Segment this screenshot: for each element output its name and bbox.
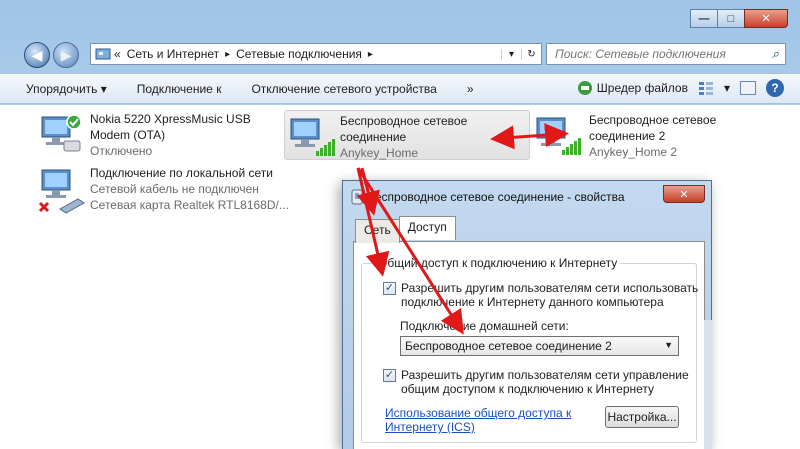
settings-button[interactable]: Настройка...	[605, 406, 679, 428]
forward-button[interactable]: ▶	[53, 42, 79, 68]
ics-help-link-line1: Использование общего доступа к	[385, 406, 572, 420]
dialog-tabs: Сеть Доступ	[355, 216, 456, 243]
home-network-value: Беспроводное сетевое соединение 2	[405, 339, 612, 353]
home-network-label: Подключение домашней сети:	[400, 319, 569, 333]
wireless-connection-icon	[536, 117, 581, 155]
modem-connection-icon	[41, 114, 82, 152]
chevron-down-icon: ▼	[664, 340, 673, 350]
ics-help-link-line2: Интернету (ICS)	[385, 420, 475, 434]
arrow-left-icon: ◀	[31, 46, 43, 63]
close-icon: ✕	[679, 188, 689, 201]
connection-adapter: Сетевая карта Realtek RTL8168D/...	[90, 198, 289, 212]
help-icon[interactable]: ?	[766, 79, 784, 97]
network-adapter-icon	[351, 189, 363, 205]
close-button[interactable]: ✕	[744, 9, 788, 28]
window-titlebar: — □ ✕	[0, 0, 800, 40]
maximize-button[interactable]: □	[717, 9, 744, 28]
refresh-button[interactable]: ↻	[521, 48, 541, 60]
preview-pane-icon[interactable]	[740, 81, 756, 95]
tab-network[interactable]: Сеть	[355, 219, 400, 243]
window-controls: — □ ✕	[690, 9, 788, 28]
connection-name: Беспроводное сетевое	[589, 113, 717, 127]
connection-nokia-modem[interactable]: Nokia 5220 XpressMusic USB Modem (OTA) О…	[38, 111, 278, 161]
allow-sharing-checkbox[interactable]: ✓	[383, 282, 396, 295]
search-icon[interactable]: ⌕	[772, 46, 779, 62]
network-folder-icon	[95, 48, 111, 60]
command-bar-right: Шредер файлов ▾ ?	[567, 79, 784, 97]
address-bar[interactable]: « Сеть и Интернет ▸ Сетевые подключения …	[90, 43, 542, 65]
ics-help-link[interactable]: Использование общего доступа к Интернету…	[385, 406, 571, 434]
connection-name-line2: соединение 2	[589, 129, 666, 143]
connection-name-line2: соединение	[340, 130, 407, 144]
dialog-close-button[interactable]: ✕	[663, 185, 705, 203]
more-commands-button[interactable]: »	[467, 82, 474, 96]
search-box[interactable]: ⌕	[546, 43, 786, 65]
view-dropdown-button[interactable]: ▾	[724, 81, 730, 95]
breadcrumb-separator[interactable]: ▸	[368, 49, 373, 60]
shredder-button[interactable]: Шредер файлов	[577, 80, 688, 96]
allow-sharing-label-line2: подключение к Интернету данного компьюте…	[401, 295, 664, 309]
search-input[interactable]	[555, 47, 765, 61]
allow-control-label-line1: Разрешить другим пользователям сети упра…	[401, 368, 689, 382]
address-dropdown-button[interactable]: ▾	[501, 48, 521, 60]
wireless-connection-icon	[290, 118, 335, 156]
dialog-title: Беспроводное сетевое соединение - свойст…	[367, 190, 625, 204]
connection-name: Подключение по локальной сети	[90, 166, 273, 180]
lan-connection-icon	[38, 169, 85, 214]
address-overflow[interactable]: «	[114, 47, 121, 61]
allow-sharing-label-line1: Разрешить другим пользователям сети испо…	[401, 281, 699, 295]
disconnect-device-button[interactable]: Отключение сетевого устройства	[251, 82, 436, 96]
shredder-label: Шредер файлов	[596, 81, 688, 95]
connection-status: Anykey_Home	[340, 146, 419, 160]
connection-text: Беспроводное сетевое соединение Anykey_H…	[340, 113, 467, 161]
view-options-icon[interactable]	[698, 80, 714, 96]
shredder-icon	[577, 81, 592, 95]
connection-status: Отключено	[90, 144, 153, 158]
allow-sharing-label: Разрешить другим пользователям сети испо…	[401, 281, 698, 309]
connection-text: Беспроводное сетевое соединение 2 Anykey…	[589, 112, 716, 160]
connection-name: Nokia 5220 XpressMusic USB	[90, 112, 251, 126]
home-network-select[interactable]: Беспроводное сетевое соединение 2 ▼	[400, 336, 679, 356]
connection-text: Подключение по локальной сети Сетевой ка…	[90, 165, 289, 213]
tab-sharing[interactable]: Доступ	[398, 216, 456, 240]
back-button[interactable]: ◀	[24, 42, 50, 68]
allow-control-checkbox[interactable]: ✓	[383, 369, 396, 382]
breadcrumb-network-connections[interactable]: Сетевые подключения	[236, 47, 362, 61]
connection-status-line: Сетевой кабель не подключен	[90, 182, 259, 196]
allow-control-label: Разрешить другим пользователям сети упра…	[401, 368, 689, 396]
arrow-right-icon: ▶	[60, 46, 72, 63]
properties-dialog: Беспроводное сетевое соединение - свойст…	[342, 180, 712, 449]
allow-control-label-line2: общим доступом к подключению к Интернету	[401, 382, 655, 396]
address-actions: ▾ ↻	[501, 48, 541, 60]
connection-wireless-1[interactable]: Беспроводное сетевое соединение Anykey_H…	[284, 110, 530, 160]
breadcrumb-separator[interactable]: ▸	[225, 49, 230, 60]
connection-name-line2: Modem (OTA)	[90, 128, 166, 142]
connection-text: Nokia 5220 XpressMusic USB Modem (OTA) О…	[90, 111, 251, 159]
organize-menu[interactable]: Упорядочить ▾	[26, 82, 107, 96]
connection-wireless-2[interactable]: Беспроводное сетевое соединение 2 Anykey…	[534, 111, 774, 161]
breadcrumb-network-internet[interactable]: Сеть и Интернет	[127, 47, 219, 61]
dialog-scrollbar[interactable]	[704, 320, 712, 449]
command-bar: Упорядочить ▾ Подключение к Отключение с…	[0, 73, 800, 104]
connection-local-area[interactable]: Подключение по локальной сети Сетевой ка…	[38, 165, 298, 217]
connect-to-button[interactable]: Подключение к	[137, 82, 222, 96]
minimize-button[interactable]: —	[690, 9, 717, 28]
ics-group-label: Общий доступ к подключению к Интернету	[375, 256, 621, 270]
connection-status: Anykey_Home 2	[589, 145, 678, 159]
connection-name: Беспроводное сетевое	[340, 114, 468, 128]
